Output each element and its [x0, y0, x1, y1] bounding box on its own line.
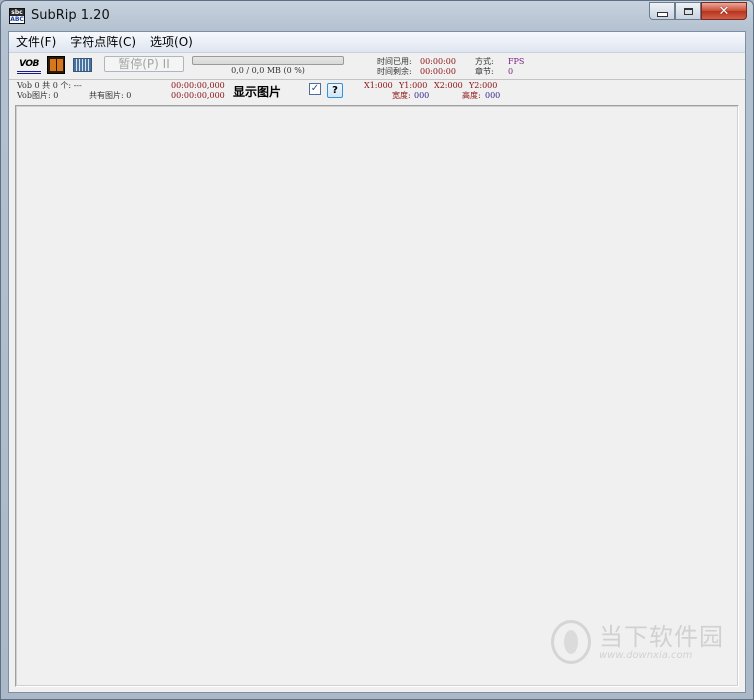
client-area: 文件(F) 字符点阵(C) 选项(O) VOB 暂停(P) II 0,0 / 0…: [8, 31, 746, 693]
title-bar[interactable]: sbc ABC SubRip 1.20 ✕: [1, 1, 753, 31]
watermark: 当下软件园 www.downxia.com: [551, 620, 724, 664]
maximize-button[interactable]: [675, 2, 701, 20]
time-end: 00:00:00,000: [171, 91, 225, 100]
help-button[interactable]: ?: [327, 83, 343, 98]
x2-value: X2:000: [434, 81, 463, 90]
watermark-logo-inner: [564, 630, 578, 654]
chapter-value: 0: [508, 67, 514, 76]
mode-label: 方式:: [475, 57, 494, 66]
close-button[interactable]: ✕: [701, 2, 747, 20]
remaining-label: 时间剩余:: [377, 67, 412, 76]
progress-bar: [192, 56, 344, 65]
show-image-label: 显示图片: [233, 85, 282, 99]
height-label: 高度:: [462, 91, 481, 100]
minimize-icon: [656, 11, 668, 17]
watermark-text: 当下软件园: [599, 622, 724, 651]
open-vob-icon[interactable]: VOB: [17, 56, 41, 74]
height-value: 000: [485, 91, 501, 100]
minimize-button[interactable]: [649, 2, 675, 20]
maximize-icon: [683, 7, 693, 15]
app-icon[interactable]: sbc ABC: [9, 8, 25, 24]
menu-char-matrix[interactable]: 字符点阵(C): [63, 32, 143, 52]
chapter-label: 章节:: [475, 67, 494, 76]
elapsed-label: 时间已用:: [377, 57, 412, 66]
progress-text: 0,0 / 0,0 MB (0 %): [231, 66, 305, 75]
info-bar: Vob 0 共 0 个: --- Vob图片: 0 共有图片: 0 00:00:…: [9, 80, 745, 100]
menu-bar: 文件(F) 字符点阵(C) 选项(O): [9, 32, 745, 53]
menu-file[interactable]: 文件(F): [9, 32, 63, 52]
image-area-inner: [16, 106, 738, 686]
vob-images-text: Vob图片: 0: [17, 91, 59, 100]
watermark-text-block: 当下软件园 www.downxia.com: [599, 624, 724, 661]
total-images-text: 共有图片: 0: [89, 91, 132, 100]
remaining-value: 00:00:00: [420, 67, 456, 76]
close-icon: ✕: [718, 3, 730, 19]
subtitle-image-area[interactable]: 当下软件园 www.downxia.com: [15, 105, 739, 687]
width-label: 宽度:: [392, 91, 411, 100]
y2-value: Y2:000: [469, 81, 498, 90]
toolbar: VOB 暂停(P) II 0,0 / 0,0 MB (0 %) 时间已用: 00…: [9, 53, 745, 80]
menu-options[interactable]: 选项(O): [143, 32, 200, 52]
watermark-url: www.downxia.com: [599, 649, 693, 661]
watermark-logo-icon: [551, 620, 591, 664]
film-icon[interactable]: [47, 56, 65, 74]
pause-button[interactable]: 暂停(P) II: [104, 56, 184, 72]
show-image-checkbox[interactable]: ✓: [309, 83, 321, 95]
x1-value: X1:000: [364, 81, 393, 90]
elapsed-value: 00:00:00: [420, 57, 456, 66]
app-icon-line-1: sbc: [11, 9, 23, 16]
mode-value: FPS: [508, 57, 525, 66]
time-start: 00:00:00,000: [171, 81, 225, 90]
y1-value: Y1:000: [399, 81, 428, 90]
app-icon-line-2: ABC: [10, 16, 24, 23]
vob-count-text: Vob 0 共 0 个: ---: [17, 81, 82, 90]
pixel-matrix-icon[interactable]: [73, 58, 92, 72]
app-window: sbc ABC SubRip 1.20 ✕ 文件(F) 字符点阵(C) 选项(O…: [0, 0, 754, 700]
window-title: SubRip 1.20: [31, 8, 110, 23]
width-value: 000: [414, 91, 430, 100]
caption-buttons: ✕: [649, 2, 747, 20]
